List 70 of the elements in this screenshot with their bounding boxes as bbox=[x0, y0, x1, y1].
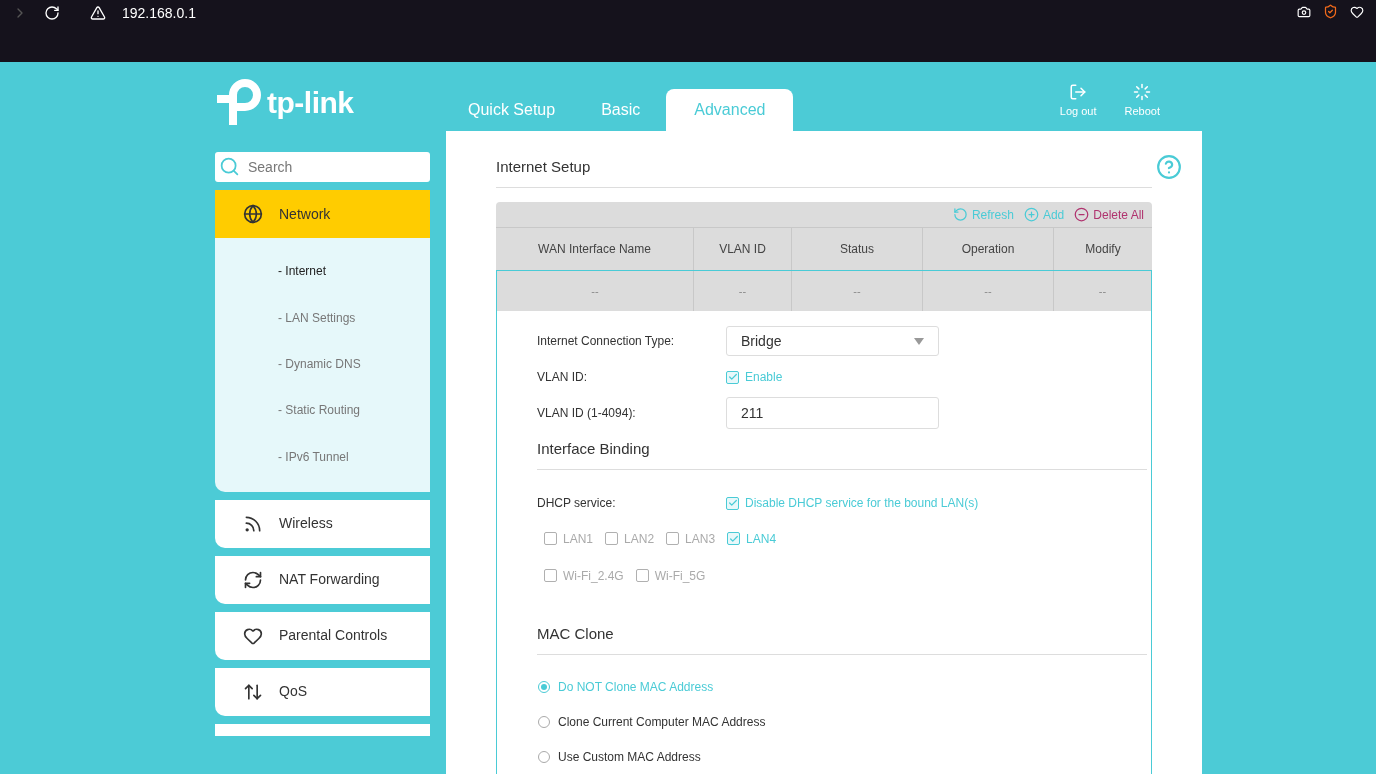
checkbox-label: Enable bbox=[745, 369, 783, 386]
url-text[interactable]: 192.168.0.1 bbox=[122, 4, 196, 22]
column-header: WAN Interface Name bbox=[496, 228, 694, 270]
globe-icon bbox=[243, 204, 263, 224]
section-title: Interface Binding bbox=[537, 440, 650, 457]
table-cell: -- bbox=[923, 271, 1054, 311]
minus-icon bbox=[1074, 207, 1090, 222]
checkbox[interactable] bbox=[727, 532, 741, 545]
column-header: VLAN ID bbox=[694, 228, 792, 270]
checkbox-label: LAN1 bbox=[563, 530, 594, 548]
checkbox-label: LAN3 bbox=[685, 530, 716, 548]
checkbox[interactable] bbox=[544, 532, 557, 545]
logo-text: tp-link bbox=[267, 88, 354, 118]
table-cell: -- bbox=[497, 271, 694, 311]
checkbox[interactable] bbox=[726, 370, 739, 384]
warning-icon bbox=[90, 5, 106, 21]
checkbox[interactable] bbox=[726, 496, 739, 510]
sidebar-item[interactable]: QoS bbox=[215, 667, 430, 716]
checkbox-label: LAN2 bbox=[624, 530, 655, 548]
field-label: Internet Connection Type: bbox=[537, 333, 676, 350]
checkbox[interactable] bbox=[666, 532, 680, 545]
submenu-item[interactable]: - IPv6 Tunnel bbox=[278, 433, 430, 480]
radio-label: Use Custom MAC Address bbox=[558, 748, 701, 766]
sidebar-item[interactable]: Network bbox=[215, 190, 430, 238]
table-cell: -- bbox=[694, 271, 792, 311]
search-field[interactable]: Search bbox=[215, 152, 430, 182]
checkbox[interactable] bbox=[544, 569, 557, 582]
checkbox-label: Wi-Fi_5G bbox=[654, 567, 706, 585]
submenu-item[interactable]: - Internet bbox=[278, 248, 430, 295]
refresh-icon bbox=[952, 207, 968, 222]
checkbox-label: Wi-Fi_2.4G bbox=[563, 567, 624, 585]
radio-label: Do NOT Clone MAC Address bbox=[558, 678, 714, 696]
submenu-item[interactable]: - LAN Settings bbox=[278, 294, 430, 341]
cycle-icon bbox=[243, 569, 263, 590]
heart-icon bbox=[243, 625, 263, 646]
field-label: DHCP service: bbox=[537, 495, 617, 512]
delete-button[interactable]: Delete All bbox=[1074, 205, 1144, 224]
field-label: VLAN ID (1-4094): bbox=[537, 405, 637, 422]
help-icon[interactable] bbox=[1156, 154, 1182, 180]
checkbox[interactable] bbox=[635, 569, 649, 582]
checkbox-label: Disable DHCP service for the bound LAN(s) bbox=[745, 495, 979, 512]
sidebar-item[interactable]: Parental Controls bbox=[215, 611, 430, 660]
heart-icon[interactable] bbox=[1350, 4, 1364, 19]
table-cell-text: -- bbox=[1097, 283, 1108, 299]
camera-icon[interactable] bbox=[1297, 4, 1311, 19]
column-header: Operation bbox=[923, 228, 1054, 270]
checkbox-label: LAN4 bbox=[746, 530, 777, 548]
sidebar-item[interactable] bbox=[215, 723, 430, 736]
page-title: Internet Setup bbox=[496, 158, 591, 175]
sidebar-item[interactable]: Wireless bbox=[215, 499, 430, 548]
radio-label: Clone Current Computer MAC Address bbox=[558, 713, 766, 731]
column-header: Status bbox=[792, 228, 923, 270]
dropdown-arrow-icon bbox=[914, 337, 924, 345]
submenu-item[interactable]: - Static Routing bbox=[278, 387, 430, 434]
vlan-id-input[interactable]: 211 bbox=[726, 397, 939, 429]
shield-icon[interactable] bbox=[1323, 4, 1338, 19]
table-cell: -- bbox=[792, 271, 923, 311]
connection-type-select[interactable]: Bridge bbox=[726, 326, 939, 356]
sidebar-item[interactable]: NAT Forwarding bbox=[215, 555, 430, 604]
spinner-icon bbox=[1133, 82, 1152, 101]
field-label: VLAN ID: bbox=[537, 369, 588, 386]
logo-mark-icon bbox=[215, 79, 261, 127]
reload-icon[interactable] bbox=[44, 5, 60, 21]
submenu-item[interactable]: - Dynamic DNS bbox=[278, 340, 430, 388]
plus-icon bbox=[1023, 207, 1039, 222]
logout-icon bbox=[1069, 82, 1088, 101]
column-header: Modify bbox=[1084, 241, 1122, 258]
checkbox[interactable] bbox=[605, 532, 619, 545]
search-icon bbox=[219, 156, 240, 177]
section-title: MAC Clone bbox=[537, 625, 614, 642]
